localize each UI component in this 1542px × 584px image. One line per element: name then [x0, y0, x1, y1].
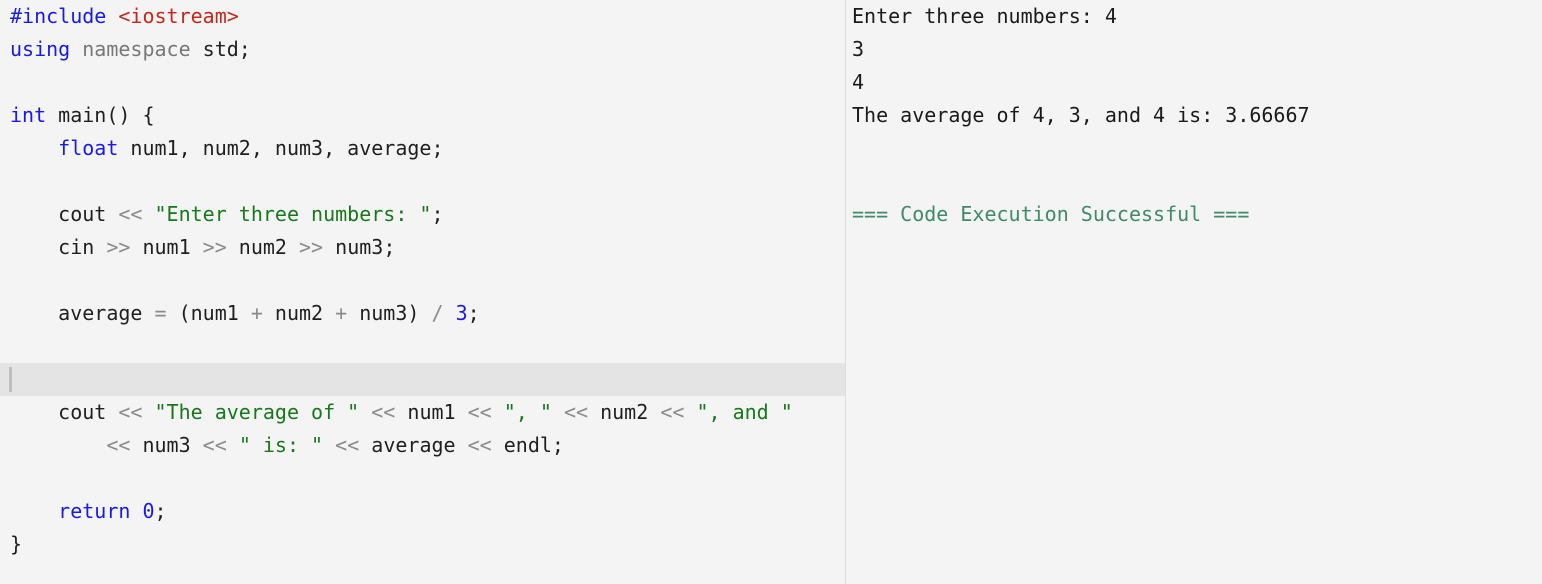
- code-line[interactable]: average = (num1 + num2 + num3) / 3;: [0, 297, 845, 330]
- code-token: num2: [226, 235, 300, 259]
- code-token: num1: [130, 235, 203, 259]
- code-token: num1, num2, num3, average;: [118, 136, 444, 160]
- code-token: >>: [202, 235, 227, 259]
- code-token: /: [431, 301, 444, 325]
- code-token: return: [58, 499, 131, 523]
- code-token: <<: [202, 433, 227, 457]
- code-token: <<: [371, 400, 396, 424]
- code-token: +: [250, 301, 263, 325]
- code-token: (num1: [166, 301, 251, 325]
- output-line: 3: [852, 37, 865, 61]
- output-lines: Enter three numbers: 4 3 4 The average of 4…: [852, 0, 1310, 231]
- execution-status: === Code Execution Successful ===: [852, 202, 1250, 226]
- code-line[interactable]: [0, 165, 845, 198]
- code-line[interactable]: [0, 363, 845, 396]
- online-compiler: #include <iostream> using namespace std; i…: [0, 0, 1542, 584]
- code-token: <iostream>: [118, 4, 239, 28]
- active-line-marker: [9, 367, 12, 392]
- code-token: float: [58, 136, 119, 160]
- code-line[interactable]: [0, 66, 845, 99]
- code-token: >>: [299, 235, 324, 259]
- code-token: std;: [190, 37, 251, 61]
- code-token: <<: [563, 400, 589, 424]
- code-token: num3;: [323, 235, 396, 259]
- code-line[interactable]: cout << "The average of " << num1 << ", …: [0, 396, 845, 429]
- code-token: num3): [347, 301, 432, 325]
- code-token: using: [10, 37, 71, 61]
- code-line[interactable]: [0, 264, 845, 297]
- code-token: cin: [10, 235, 107, 259]
- code-token: <<: [660, 400, 685, 424]
- code-line[interactable]: }: [0, 528, 845, 561]
- code-token: <<: [118, 400, 143, 424]
- code-token: average: [359, 433, 468, 457]
- code-line[interactable]: << num3 << " is: " << average << endl;: [0, 429, 845, 462]
- code-token: +: [335, 301, 348, 325]
- code-token: num3: [130, 433, 203, 457]
- code-line[interactable]: cin >> num1 >> num2 >> num3;: [0, 231, 845, 264]
- code-token: endl;: [491, 433, 564, 457]
- output-line: Enter three numbers: 4: [852, 4, 1117, 28]
- code-token: int: [10, 103, 47, 127]
- code-token: ;: [431, 202, 444, 226]
- code-lines[interactable]: #include <iostream> using namespace std; i…: [0, 0, 845, 561]
- code-line[interactable]: cout << "Enter three numbers: ";: [0, 198, 845, 231]
- code-token: ", ": [503, 400, 552, 424]
- code-token: num2: [262, 301, 336, 325]
- code-token: <<: [467, 400, 492, 424]
- output-line: 4: [852, 70, 865, 94]
- code-token: num2: [588, 400, 661, 424]
- code-token: main() {: [46, 103, 155, 127]
- code-line[interactable]: using namespace std;: [0, 33, 845, 66]
- code-token: average: [10, 301, 155, 325]
- code-token: >>: [106, 235, 131, 259]
- code-token: ;: [467, 301, 480, 325]
- code-token: 3: [455, 301, 468, 325]
- code-line[interactable]: [0, 462, 845, 495]
- code-token: <<: [106, 433, 131, 457]
- code-line[interactable]: int main() {: [0, 99, 845, 132]
- output-console: Enter three numbers: 4 3 4 The average of 4…: [846, 0, 1542, 584]
- code-line[interactable]: [0, 330, 845, 363]
- code-line[interactable]: return 0;: [0, 495, 845, 528]
- code-token: namespace: [82, 37, 191, 61]
- code-token: =: [154, 301, 167, 325]
- code-token: <<: [118, 202, 143, 226]
- code-token: #include: [10, 4, 107, 28]
- code-line[interactable]: #include <iostream>: [0, 0, 845, 33]
- code-line[interactable]: float num1, num2, num3, average;: [0, 132, 845, 165]
- code-token: ;: [154, 499, 167, 523]
- code-token: ", and ": [696, 400, 793, 424]
- code-token: "The average of ": [154, 400, 360, 424]
- code-token: cout: [10, 202, 119, 226]
- code-token: <<: [335, 433, 360, 457]
- code-token: num1: [395, 400, 468, 424]
- code-token: cout: [10, 400, 119, 424]
- code-token: }: [10, 532, 23, 556]
- code-token: 0: [142, 499, 155, 523]
- code-token: " is: ": [238, 433, 324, 457]
- code-token: <<: [467, 433, 492, 457]
- code-editor[interactable]: #include <iostream> using namespace std; i…: [0, 0, 845, 584]
- output-line: The average of 4, 3, and 4 is: 3.66667: [852, 103, 1310, 127]
- code-token: "Enter three numbers: ": [154, 202, 432, 226]
